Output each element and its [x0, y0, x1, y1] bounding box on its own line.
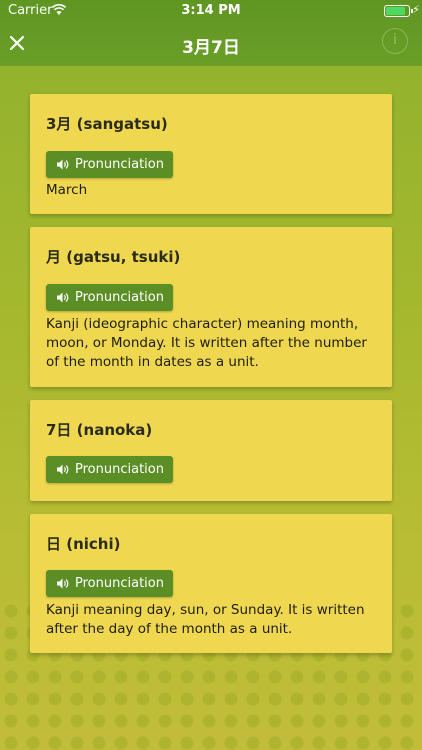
status-time: 3:14 PM: [181, 3, 241, 18]
card-description: Kanji meaning day, sun, or Sunday. It is…: [46, 602, 365, 637]
pronunciation-label: Pronunciation: [75, 290, 164, 305]
nav-header: Carrier 3:14 PM ⚡ 3月7日 i: [0, 0, 422, 66]
speaker-icon: [57, 578, 69, 589]
pronunciation-label: Pronunciation: [75, 157, 164, 172]
status-bar: Carrier 3:14 PM ⚡: [0, 0, 422, 22]
word-card: 月 (gatsu, tsuki) Pronunciation Kanji (id…: [30, 227, 392, 387]
page-title: 3月7日: [182, 38, 240, 58]
speaker-icon: [57, 292, 69, 303]
speaker-icon: [57, 159, 69, 170]
pronunciation-button[interactable]: Pronunciation: [46, 456, 173, 483]
card-title: 3月 (sangatsu): [46, 115, 168, 133]
card-description: Kanji (ideographic character) meaning mo…: [46, 316, 367, 370]
pronunciation-label: Pronunciation: [75, 576, 164, 591]
word-card: 7日 (nanoka) Pronunciation: [30, 400, 392, 501]
pronunciation-button[interactable]: Pronunciation: [46, 570, 173, 597]
pronunciation-label: Pronunciation: [75, 462, 164, 477]
info-icon[interactable]: i: [382, 28, 408, 54]
card-title: 月 (gatsu, tsuki): [46, 248, 181, 266]
card-title: 7日 (nanoka): [46, 421, 153, 439]
card-title: 日 (nichi): [46, 535, 121, 553]
pronunciation-button[interactable]: Pronunciation: [46, 151, 173, 178]
speaker-icon: [57, 464, 69, 475]
battery-icon: [384, 5, 413, 17]
word-card: 3月 (sangatsu) Pronunciation March: [30, 94, 392, 214]
card-description: March: [46, 182, 88, 198]
pronunciation-button[interactable]: Pronunciation: [46, 284, 173, 311]
charging-icon: ⚡: [412, 3, 420, 16]
word-card: 日 (nichi) Pronunciation Kanji meaning da…: [30, 514, 392, 653]
